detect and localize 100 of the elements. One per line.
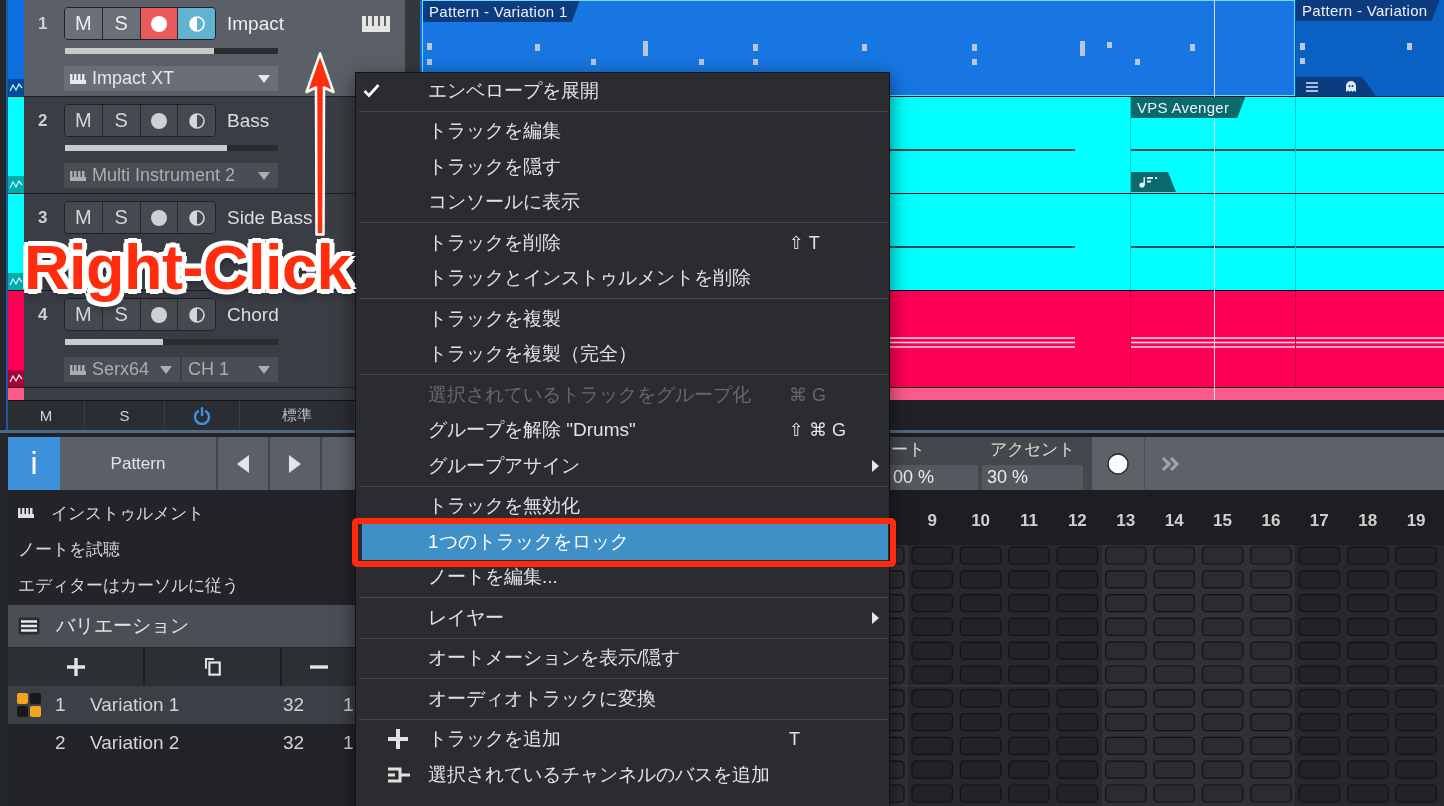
- record-icon: [150, 112, 167, 129]
- mute-button[interactable]: M: [65, 202, 103, 233]
- track-name: Impact: [227, 12, 285, 35]
- record-icon: [1107, 452, 1129, 475]
- shortcut-text: T: [789, 728, 801, 750]
- record-button[interactable]: [140, 105, 179, 136]
- menu-item[interactable]: オートメーションを表示/隠す: [362, 640, 888, 676]
- note-clip[interactable]: [1295, 291, 1444, 387]
- pattern-clip[interactable]: Pattern - Variation: [1295, 0, 1444, 96]
- track-header[interactable]: 1 M S Impact Impact XT: [24, 0, 405, 96]
- solo-button[interactable]: S: [102, 8, 141, 39]
- record-button[interactable]: [140, 202, 179, 233]
- menu-item[interactable]: グループを解除 "Drums" ⇧ ⌘ G: [362, 412, 888, 448]
- menu-item[interactable]: トラックを追加 T: [362, 721, 888, 757]
- note-clip[interactable]: [1130, 291, 1295, 387]
- table-cell: 1: [343, 694, 354, 716]
- track-number: 1: [38, 13, 49, 34]
- left-triangle-icon: [237, 454, 249, 473]
- track-name: Bass: [227, 109, 270, 132]
- track-number: 2: [38, 110, 49, 131]
- instrument-dropdown[interactable]: Serx64: [64, 357, 180, 382]
- record-icon: [150, 306, 167, 323]
- option-item[interactable]: インストゥルメント: [8, 495, 355, 531]
- volume-slider[interactable]: [65, 145, 278, 151]
- note-clip[interactable]: VPS Avenger: [1130, 97, 1295, 193]
- clip-title: Pattern - Variation: [1296, 0, 1440, 21]
- variation-name: Variation 2: [90, 732, 181, 754]
- keyboard-icon: [362, 15, 390, 32]
- step-number: 17: [1308, 510, 1330, 532]
- track-number: 3: [38, 207, 49, 228]
- step-number: 16: [1260, 510, 1282, 532]
- power-icon: [193, 406, 211, 425]
- menu-item[interactable]: オーディオトラックに変換: [362, 681, 888, 717]
- note-clip[interactable]: [1295, 97, 1444, 193]
- caret-icon: [258, 74, 270, 83]
- clip-title: Pattern - Variation 1: [423, 1, 580, 22]
- note-clip[interactable]: [1295, 194, 1444, 290]
- track-name: Chord: [227, 303, 279, 326]
- variation-row[interactable]: 1 Variation 1 32 1: [8, 686, 355, 724]
- step-number: 15: [1212, 510, 1233, 532]
- mute-button[interactable]: M: [65, 105, 103, 136]
- step-number: 9: [926, 510, 938, 532]
- step-number: 11: [1019, 510, 1039, 532]
- track-name: Side Bass: [227, 206, 313, 229]
- wave-icon[interactable]: [8, 79, 24, 96]
- step-number: 18: [1357, 510, 1379, 532]
- half-circle-icon: [188, 306, 205, 323]
- solo-button[interactable]: S: [85, 401, 165, 430]
- shortcut-text: ⇧ ⌘ G: [789, 419, 848, 442]
- variation-number: 1: [55, 694, 67, 716]
- list-icon[interactable]: [1306, 81, 1318, 92]
- power-button[interactable]: [165, 401, 240, 430]
- menu-item[interactable]: グループアサイン: [362, 448, 888, 484]
- half-circle-icon: [188, 112, 205, 129]
- minus-icon: [309, 665, 328, 669]
- menu-icon[interactable]: [18, 617, 40, 635]
- plus-icon: [66, 658, 85, 676]
- channel-dropdown[interactable]: CH 1: [182, 357, 278, 382]
- volume-slider[interactable]: [65, 48, 278, 54]
- option-item[interactable]: エディターはカーソルに従う: [8, 567, 355, 603]
- note-icon[interactable]: [1131, 172, 1176, 192]
- option-item[interactable]: ノートを試聴: [8, 531, 355, 567]
- clip-title: VPS Avenger: [1131, 97, 1246, 118]
- caret-icon: [258, 365, 270, 374]
- accent-label: アクセント: [989, 439, 1076, 461]
- solo-button[interactable]: S: [102, 105, 141, 136]
- step-number: 10: [970, 510, 992, 532]
- variation-row[interactable]: 2 Variation 2 32 1: [8, 724, 355, 762]
- step-number: 13: [1115, 510, 1137, 532]
- mute-button[interactable]: M: [65, 8, 103, 39]
- volume-slider[interactable]: [65, 339, 278, 345]
- record-icon: [150, 15, 167, 32]
- menu-item[interactable]: 選択されているチャンネルのバスを追加: [362, 757, 888, 793]
- grid-icon: [17, 693, 41, 717]
- instrument-dropdown[interactable]: Multi Instrument 2: [64, 163, 278, 188]
- accent-field[interactable]: 30 %: [982, 465, 1083, 490]
- record-icon: [150, 209, 167, 226]
- monitor-button[interactable]: [178, 105, 215, 136]
- step-number: 19: [1405, 510, 1427, 532]
- wave-icon[interactable]: [8, 370, 24, 387]
- ghost-icon[interactable]: [1346, 81, 1356, 92]
- record-button[interactable]: [140, 8, 179, 39]
- shortcut-text: ⇧ T: [789, 231, 821, 254]
- record-button[interactable]: [1092, 437, 1145, 490]
- clip-tab[interactable]: [1296, 77, 1376, 96]
- mute-button[interactable]: M: [8, 401, 85, 430]
- menu-item[interactable]: トラックを無効化: [362, 488, 888, 524]
- step-number: 12: [1066, 510, 1088, 532]
- section-title: バリエーション: [56, 614, 189, 638]
- gate-field[interactable]: 00 %: [890, 465, 978, 490]
- solo-button[interactable]: S: [102, 202, 141, 233]
- variation-length: 32: [283, 732, 306, 754]
- step-number: 14: [1163, 510, 1185, 532]
- instrument-dropdown[interactable]: Impact XT: [64, 66, 278, 91]
- view-button[interactable]: 標準: [240, 401, 355, 430]
- menu-item[interactable]: レイヤー: [362, 600, 888, 636]
- menu-item[interactable]: ノートを編集...: [362, 559, 888, 595]
- keyboard-icon: [18, 508, 34, 518]
- monitor-button[interactable]: [178, 202, 215, 233]
- gate-label: ート: [890, 439, 926, 461]
